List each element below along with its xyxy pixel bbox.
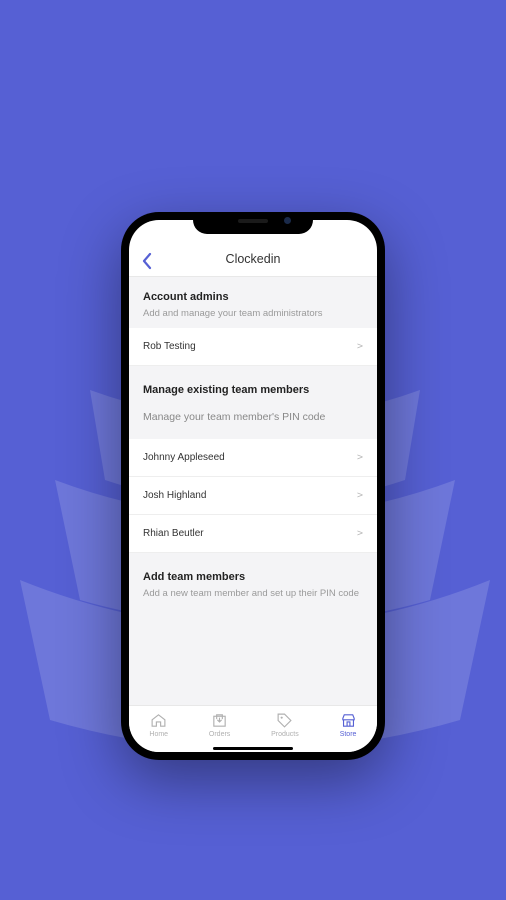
tag-icon	[276, 712, 293, 729]
section-manage-subtitle: Manage your team member's PIN code	[143, 401, 363, 431]
phone-notch	[193, 212, 313, 234]
section-manage-title: Manage existing team members	[143, 384, 363, 396]
list-item[interactable]: Rhian Beutler >	[129, 515, 377, 553]
page-title: Clockedin	[226, 252, 281, 266]
chevron-right-icon: >	[357, 528, 363, 539]
tab-label: Orders	[209, 731, 230, 738]
list-item[interactable]: Rob Testing >	[129, 328, 377, 366]
home-icon	[150, 712, 167, 729]
chevron-right-icon: >	[357, 452, 363, 463]
tab-label: Products	[271, 731, 299, 738]
list-item-label: Josh Highland	[143, 490, 206, 501]
phone-frame: Clockedin Account admins Add and manage …	[121, 212, 385, 760]
store-icon	[340, 712, 357, 729]
section-add-header: Add team members Add a new team member a…	[129, 553, 377, 608]
section-admins-title: Account admins	[143, 291, 363, 303]
list-item[interactable]: Josh Highland >	[129, 477, 377, 515]
chevron-left-icon	[141, 252, 152, 270]
tab-store[interactable]: Store	[340, 712, 357, 738]
tab-home[interactable]: Home	[149, 712, 168, 738]
section-add-subtitle: Add a new team member and set up their P…	[143, 588, 363, 600]
tab-orders[interactable]: Orders	[209, 712, 230, 738]
section-add-title: Add team members	[143, 571, 363, 583]
tab-label: Home	[149, 731, 168, 738]
list-item-label: Johnny Appleseed	[143, 452, 225, 463]
section-admins-header: Account admins Add and manage your team …	[129, 277, 377, 328]
section-admins-subtitle: Add and manage your team administrators	[143, 308, 363, 320]
home-indicator[interactable]	[213, 747, 293, 750]
orders-icon	[211, 712, 228, 729]
section-manage-header: Manage existing team members Manage your…	[129, 366, 377, 439]
phone-screen: Clockedin Account admins Add and manage …	[129, 220, 377, 752]
tab-bar: Home Orders Products Store	[129, 705, 377, 752]
back-button[interactable]	[141, 252, 152, 276]
chevron-right-icon: >	[357, 490, 363, 501]
tab-products[interactable]: Products	[271, 712, 299, 738]
chevron-right-icon: >	[357, 341, 363, 352]
content-scroll[interactable]: Account admins Add and manage your team …	[129, 277, 377, 705]
list-item-label: Rhian Beutler	[143, 528, 204, 539]
tab-label: Store	[340, 731, 357, 738]
list-item[interactable]: Johnny Appleseed >	[129, 439, 377, 477]
list-item-label: Rob Testing	[143, 341, 196, 352]
